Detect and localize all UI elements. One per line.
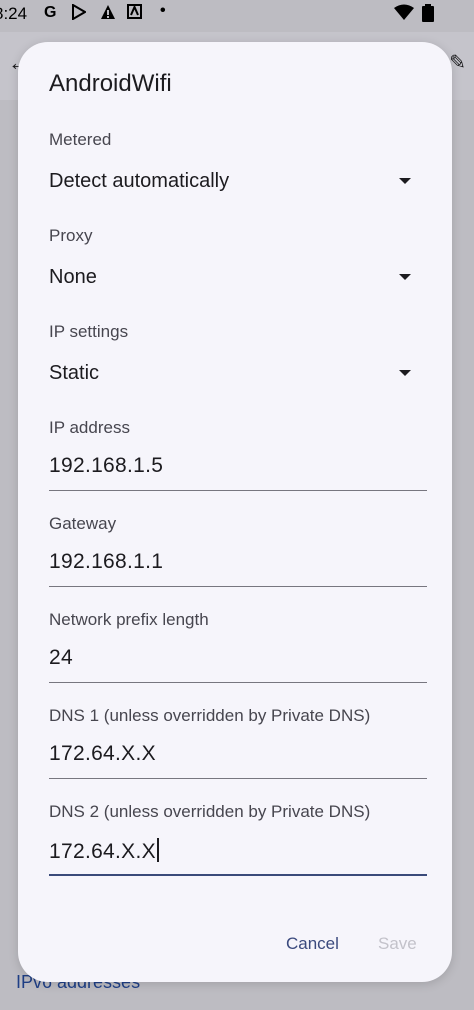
dialog-title: AndroidWifi bbox=[49, 70, 172, 97]
save-button[interactable]: Save bbox=[378, 934, 417, 954]
play-store-icon bbox=[72, 3, 87, 25]
ip-settings-dropdown[interactable]: Static bbox=[49, 358, 411, 392]
wifi-icon bbox=[394, 4, 414, 25]
metered-label: Metered bbox=[49, 130, 112, 149]
gateway-input[interactable]: 192.168.1.1 bbox=[49, 544, 427, 587]
dns2-value-wrap: 172.64.X.X bbox=[49, 838, 159, 864]
dns2-value: 172.64.X.X bbox=[49, 840, 156, 863]
ip-address-input[interactable]: 192.168.1.5 bbox=[49, 448, 427, 491]
cancel-button[interactable]: Cancel bbox=[286, 934, 339, 954]
gateway-value: 192.168.1.1 bbox=[49, 550, 164, 573]
google-g-icon: G bbox=[44, 4, 57, 21]
ip-settings-label: IP settings bbox=[49, 322, 129, 341]
app-icon bbox=[127, 4, 142, 24]
ip-address-label: IP address bbox=[49, 418, 130, 437]
status-time: 8:24 bbox=[0, 4, 28, 23]
gateway-label: Gateway bbox=[49, 514, 117, 533]
dns2-label: DNS 2 (unless overridden by Private DNS) bbox=[49, 802, 371, 821]
prefix-length-label: Network prefix length bbox=[49, 610, 209, 629]
text-cursor bbox=[156, 838, 159, 862]
dns2-input[interactable]: 172.64.X.X bbox=[49, 832, 427, 876]
dns1-input[interactable]: 172.64.X.X bbox=[49, 736, 427, 779]
dropdown-arrow-icon bbox=[399, 370, 411, 376]
dot-icon: • bbox=[160, 2, 166, 19]
metered-dropdown[interactable]: Detect automatically bbox=[49, 166, 411, 200]
ip-settings-value: Static bbox=[49, 362, 100, 384]
ip-address-value: 192.168.1.5 bbox=[49, 454, 164, 477]
dns1-value: 172.64.X.X bbox=[49, 742, 156, 765]
proxy-dropdown[interactable]: None bbox=[49, 262, 411, 296]
dropdown-arrow-icon bbox=[399, 178, 411, 184]
proxy-value: None bbox=[49, 266, 97, 288]
dropdown-arrow-icon bbox=[399, 274, 411, 280]
status-bar: 8:24 G • bbox=[0, 0, 474, 32]
proxy-label: Proxy bbox=[49, 226, 93, 245]
prefix-length-value: 24 bbox=[49, 646, 73, 669]
metered-value: Detect automatically bbox=[49, 170, 230, 192]
prefix-length-input[interactable]: 24 bbox=[49, 640, 427, 683]
warning-icon bbox=[100, 4, 116, 25]
battery-icon bbox=[422, 4, 434, 27]
wifi-config-dialog: AndroidWifi Metered Detect automatically… bbox=[18, 42, 452, 982]
dns1-label: DNS 1 (unless overridden by Private DNS) bbox=[49, 706, 371, 725]
